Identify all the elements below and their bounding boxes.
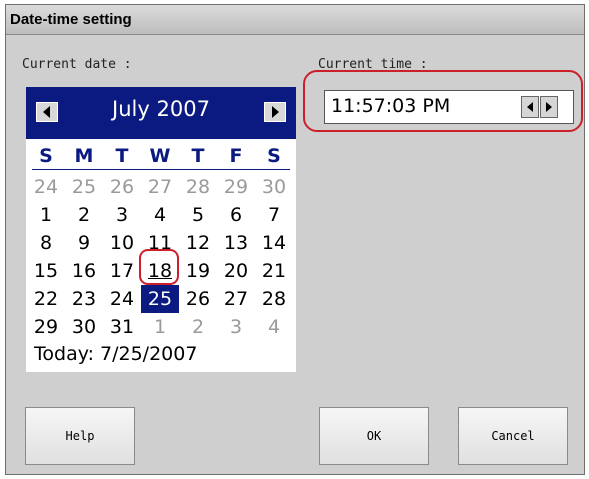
next-month-button[interactable]	[264, 102, 286, 122]
time-highlight-ring	[303, 70, 583, 132]
calendar-day[interactable]: 2	[179, 313, 217, 341]
calendar-day[interactable]: 19	[179, 257, 217, 285]
today-link[interactable]: Today: 7/25/2007	[34, 343, 197, 365]
calendar-day[interactable]: 10	[103, 229, 141, 257]
calendar-day[interactable]: 6	[217, 201, 255, 229]
ok-button[interactable]: OK	[319, 407, 429, 465]
calendar-day[interactable]: 15	[27, 257, 65, 285]
calendar-day[interactable]: 7	[255, 201, 293, 229]
calendar-day[interactable]: 2	[65, 201, 103, 229]
calendar: July 2007 S M T W T F S 24 25 26 27 28 2…	[26, 87, 296, 372]
calendar-day[interactable]: 26	[103, 173, 141, 201]
weekday-label: M	[74, 145, 94, 167]
weekday-underline	[32, 169, 290, 170]
calendar-day[interactable]: 4	[141, 201, 179, 229]
calendar-day[interactable]: 28	[179, 173, 217, 201]
date-time-dialog: Date-time setting Current date : Current…	[5, 4, 585, 475]
calendar-day[interactable]: 13	[217, 229, 255, 257]
calendar-day-selected[interactable]: 25	[141, 285, 179, 313]
arrow-left-icon	[43, 106, 50, 118]
calendar-day[interactable]: 29	[217, 173, 255, 201]
weekday-header-row: S M T W T F S	[26, 145, 296, 169]
calendar-day[interactable]: 26	[179, 285, 217, 313]
calendar-day[interactable]: 3	[103, 201, 141, 229]
calendar-day[interactable]: 17	[103, 257, 141, 285]
calendar-day[interactable]: 23	[65, 285, 103, 313]
calendar-day[interactable]: 30	[65, 313, 103, 341]
calendar-day[interactable]: 12	[179, 229, 217, 257]
calendar-day[interactable]: 3	[217, 313, 255, 341]
help-button[interactable]: Help	[25, 407, 135, 465]
month-label: July 2007	[112, 97, 210, 121]
weekday-label: W	[149, 145, 171, 167]
current-date-label: Current date :	[22, 57, 132, 72]
calendar-day[interactable]: 22	[27, 285, 65, 313]
calendar-day[interactable]: 20	[217, 257, 255, 285]
calendar-header: July 2007	[26, 87, 296, 139]
calendar-day[interactable]: 29	[27, 313, 65, 341]
calendar-day[interactable]: 5	[179, 201, 217, 229]
weekday-label: S	[39, 145, 53, 167]
weekday-label: F	[229, 145, 243, 167]
calendar-day[interactable]: 25	[65, 173, 103, 201]
weekday-label: T	[191, 145, 205, 167]
calendar-day[interactable]: 1	[141, 313, 179, 341]
day-highlight-ring	[139, 249, 179, 285]
calendar-day[interactable]: 27	[217, 285, 255, 313]
dialog-title: Date-time setting	[6, 5, 584, 35]
calendar-day[interactable]: 8	[27, 229, 65, 257]
calendar-day[interactable]: 16	[65, 257, 103, 285]
calendar-day[interactable]: 24	[103, 285, 141, 313]
calendar-day[interactable]: 28	[255, 285, 293, 313]
calendar-day[interactable]: 9	[65, 229, 103, 257]
calendar-day[interactable]: 30	[255, 173, 293, 201]
calendar-day[interactable]: 4	[255, 313, 293, 341]
calendar-day[interactable]: 1	[27, 201, 65, 229]
cancel-button[interactable]: Cancel	[458, 407, 568, 465]
arrow-right-icon	[272, 106, 279, 118]
calendar-day[interactable]: 24	[27, 173, 65, 201]
calendar-day[interactable]: 31	[103, 313, 141, 341]
calendar-day[interactable]: 21	[255, 257, 293, 285]
calendar-day[interactable]: 27	[141, 173, 179, 201]
calendar-day[interactable]: 14	[255, 229, 293, 257]
prev-month-button[interactable]	[36, 102, 58, 122]
weekday-label: T	[115, 145, 129, 167]
weekday-label: S	[267, 145, 281, 167]
